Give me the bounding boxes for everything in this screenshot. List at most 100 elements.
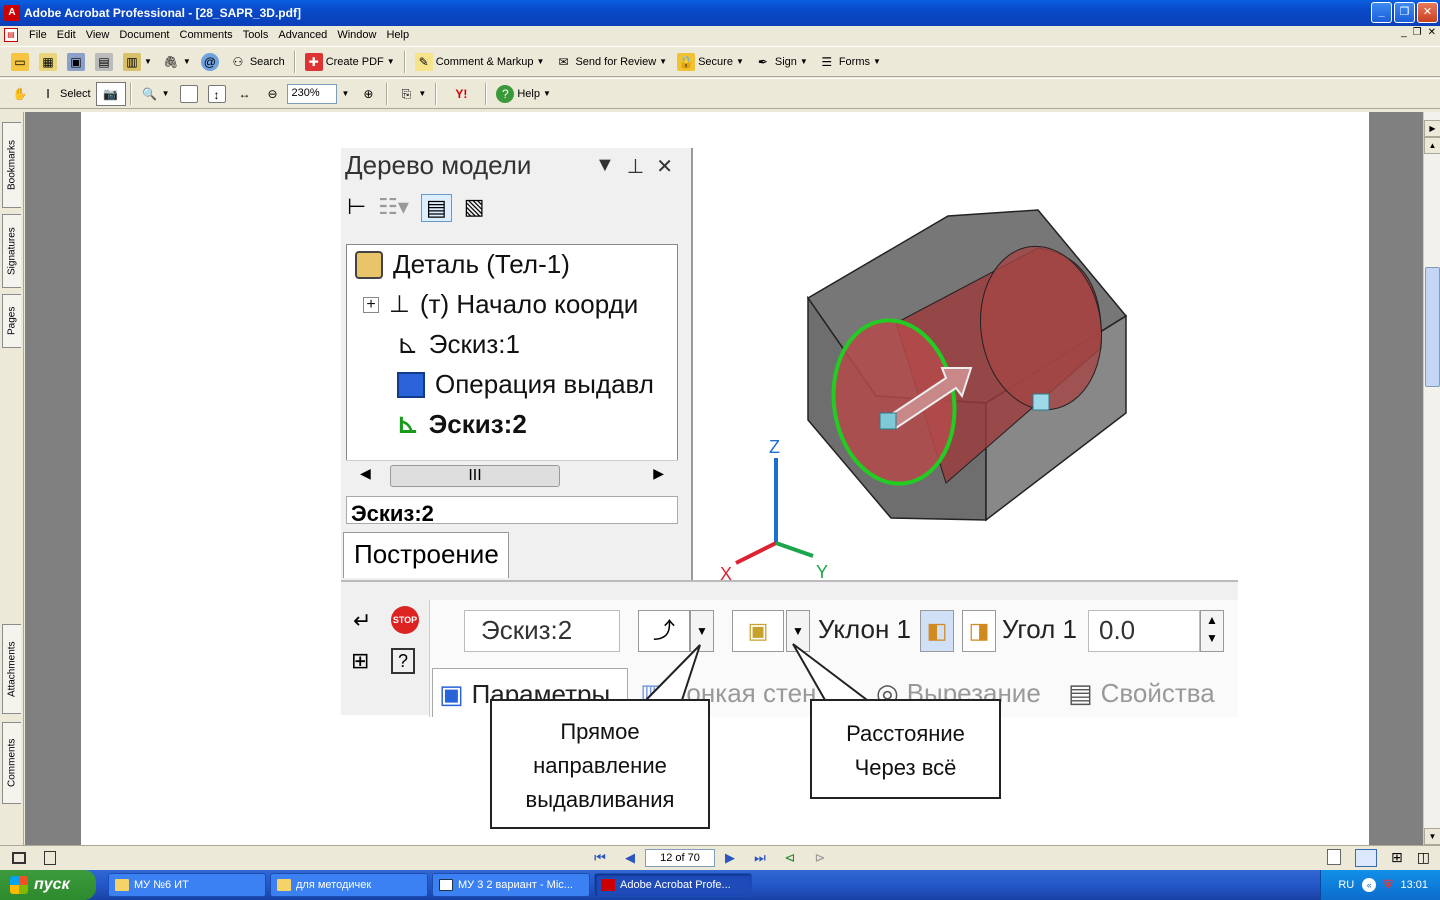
panel-toggle-icon[interactable]: [12, 852, 26, 864]
bookmarks-tab[interactable]: Bookmarks: [2, 122, 21, 208]
menu-advanced[interactable]: Advanced: [273, 29, 332, 41]
title-bar: A Adobe Acrobat Professional - [28_SAPR_…: [0, 0, 1440, 26]
first-page-icon[interactable]: ⏮: [591, 849, 609, 867]
select-tool-button[interactable]: Ⅰ Select: [34, 82, 96, 106]
restore-button[interactable]: ❐: [1394, 2, 1415, 23]
menu-help[interactable]: Help: [381, 29, 414, 41]
scroll-down-icon[interactable]: ▼: [1424, 828, 1440, 845]
pages-tab[interactable]: Pages: [2, 294, 21, 348]
navigation-toolbar: ✋ Ⅰ Select 📷 🔍 ▼ ↕ ↔ ⊖ 230% ▼ ⊕ ⎘ ▼ Y! ? Hel…: [0, 78, 1440, 109]
actual-size-button[interactable]: [175, 82, 203, 106]
acrobat-icon: [601, 879, 615, 891]
facing-icon[interactable]: ◫: [1417, 849, 1430, 867]
scroll-thumb[interactable]: III: [390, 465, 560, 487]
next-view-icon[interactable]: ⊳: [811, 849, 829, 867]
tree-horizontal-scrollbar[interactable]: ◀ III ▶: [346, 460, 678, 490]
attachments-tab[interactable]: Attachments: [2, 624, 21, 714]
forms-button[interactable]: ☰ Forms ▼: [813, 50, 886, 74]
zoom-in-button[interactable]: ⊕: [354, 82, 382, 106]
previous-view-icon[interactable]: ⊲: [781, 849, 799, 867]
last-page-icon[interactable]: ⏭: [751, 849, 769, 867]
tree-item-origin: + ⊥ (т) Начало коорди: [363, 289, 638, 320]
doc-info-icon[interactable]: [44, 851, 56, 865]
doc-close-button[interactable]: ✕: [1428, 27, 1436, 38]
hand-tool-button[interactable]: ✋: [6, 82, 34, 106]
send-review-button[interactable]: ✉ Send for Review ▼: [549, 50, 672, 74]
zoom-out-button[interactable]: ⊖: [259, 82, 287, 106]
zoom-dropdown[interactable]: ▼: [337, 82, 355, 106]
handle-end: [1032, 393, 1050, 411]
tray-expand-icon[interactable]: «: [1362, 878, 1377, 892]
model-tree-panel: Дерево модели ▼ ⊥ ✕ ⊢ ☷▾ ▤ ▧ Деталь (Тел…: [341, 148, 693, 580]
continuous-icon[interactable]: [1355, 849, 1378, 867]
scroll-page-right-icon[interactable]: ▶: [1424, 120, 1440, 137]
doc-minimize-button[interactable]: _: [1401, 27, 1407, 38]
word-icon: [439, 879, 453, 891]
menu-document[interactable]: Document: [114, 29, 174, 41]
yahoo-button[interactable]: Y!: [441, 82, 481, 106]
task-folder-methods[interactable]: для методичек: [270, 873, 428, 897]
next-page-icon[interactable]: ▶: [721, 849, 739, 867]
print-button[interactable]: ▤: [90, 50, 118, 74]
email-button[interactable]: @: [196, 50, 224, 74]
page-icon: [179, 84, 198, 103]
vertical-scroll-thumb[interactable]: [1425, 267, 1440, 387]
single-page-icon[interactable]: [1327, 849, 1342, 865]
menu-file[interactable]: File: [24, 29, 52, 41]
fit-page-icon: ↕: [207, 84, 226, 103]
signatures-tab[interactable]: Signatures: [2, 214, 21, 288]
scroll-up-icon[interactable]: ▲: [1424, 137, 1440, 154]
attach-button[interactable]: 🖇 ▼: [157, 50, 196, 74]
previous-page-icon[interactable]: ◀: [621, 849, 639, 867]
pen-icon: ✒: [757, 54, 768, 69]
zoom-in-tool-button[interactable]: 🔍 ▼: [136, 82, 175, 106]
scroll-right-icon[interactable]: ▶: [653, 465, 664, 482]
sign-button[interactable]: ✒ Sign ▼: [749, 50, 813, 74]
organizer-button[interactable]: ▦: [34, 50, 62, 74]
zoom-level-input[interactable]: 230%: [286, 83, 337, 104]
folder-icon: [277, 879, 291, 891]
tree-item-extrude: Операция выдавл: [397, 369, 654, 400]
model-tree-tools: ⊢ ☷▾ ▤ ▧: [347, 194, 485, 222]
comment-markup-button[interactable]: ✎ Comment & Markup ▼: [410, 50, 550, 74]
comments-tab[interactable]: Comments: [2, 722, 21, 804]
close-button[interactable]: ✕: [1417, 2, 1438, 23]
tree-item-part: Деталь (Тел-1): [355, 249, 570, 280]
menu-view[interactable]: View: [81, 29, 115, 41]
save-button[interactable]: ▣: [62, 50, 90, 74]
vertical-scrollbar[interactable]: ▶ ▲ ▼: [1423, 112, 1440, 845]
language-indicator[interactable]: RU: [1338, 879, 1354, 891]
send-review-icon: ✉: [558, 54, 569, 69]
doc-restore-button[interactable]: ❐: [1413, 27, 1422, 38]
task-word-doc[interactable]: МУ 3 2 вариант - Mic...: [432, 873, 590, 897]
search-button[interactable]: ⚇ Search: [224, 50, 290, 74]
task-acrobat[interactable]: Adobe Acrobat Profe...: [594, 873, 752, 897]
organize-button[interactable]: ▥ ▼: [118, 50, 157, 74]
page-number-input[interactable]: 12 of 70: [645, 849, 715, 867]
menu-edit[interactable]: Edit: [52, 29, 81, 41]
fit-width-button[interactable]: ↔: [231, 82, 259, 106]
minimize-button[interactable]: _: [1371, 2, 1392, 23]
tree-item-sketch1: ⊾ Эскиз:1: [397, 329, 520, 359]
secure-button[interactable]: 🔒 Secure ▼: [672, 50, 749, 74]
navigation-pane: Bookmarks Signatures Pages Attachments C…: [0, 112, 24, 845]
fit-width-icon: ↔: [238, 86, 251, 101]
menu-comments[interactable]: Comments: [175, 29, 238, 41]
task-folder-mu6[interactable]: МУ №6 ИТ: [108, 873, 266, 897]
text-cursor-icon: Ⅰ: [46, 86, 50, 101]
scroll-left-icon[interactable]: ◀: [360, 465, 371, 482]
fit-page-button[interactable]: ↕: [203, 82, 231, 106]
menu-tools[interactable]: Tools: [238, 29, 274, 41]
menu-window[interactable]: Window: [332, 29, 381, 41]
start-button[interactable]: пуск: [0, 870, 96, 900]
snapshot-button[interactable]: 📷: [95, 81, 126, 106]
open-button[interactable]: ▭: [6, 50, 34, 74]
continuous-facing-icon[interactable]: ⊞: [1391, 849, 1403, 867]
antivirus-icon[interactable]: ⛨: [1384, 879, 1392, 892]
rotate-button[interactable]: ⎘ ▼: [392, 82, 431, 106]
system-tray: RU « ⛨ 13:01: [1320, 870, 1440, 900]
pdf-document-icon: ▤: [4, 28, 18, 42]
help-button[interactable]: ? Help ▼: [491, 82, 556, 106]
folder-icon: [115, 879, 129, 891]
create-pdf-button[interactable]: ✚ Create PDF ▼: [300, 50, 400, 74]
